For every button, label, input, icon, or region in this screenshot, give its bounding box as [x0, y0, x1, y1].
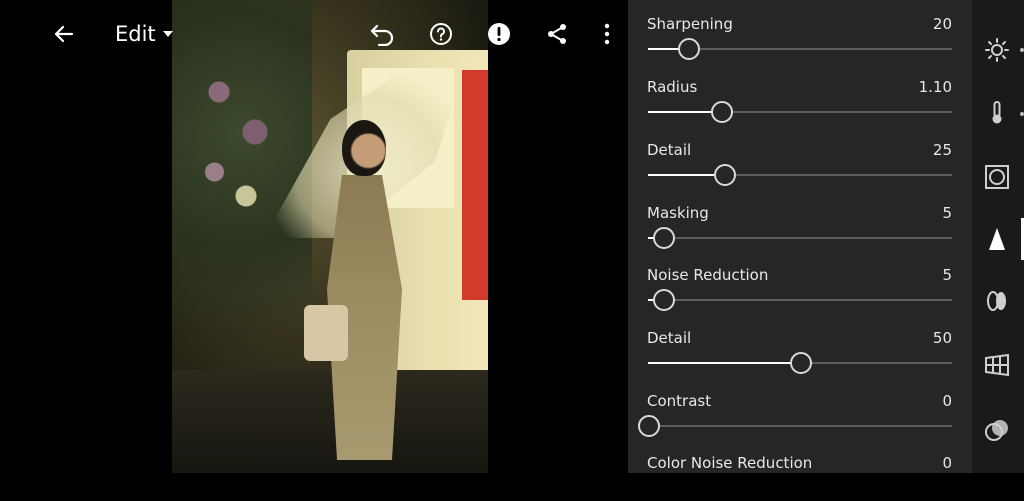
slider-thumb[interactable] [790, 352, 812, 374]
slider-sharpening[interactable]: Sharpening 20 [628, 0, 972, 62]
slider-value: 1.10 [918, 78, 952, 96]
slider-noise-detail[interactable]: Detail 50 [628, 314, 972, 376]
edit-tools-rail [972, 0, 1024, 473]
slider-label: Detail [647, 329, 692, 347]
slider-contrast[interactable]: Contrast 0 [628, 377, 972, 439]
geometry-icon[interactable] [984, 352, 1010, 378]
slider-track[interactable] [648, 38, 952, 60]
undo-icon [369, 22, 397, 46]
slider-thumb[interactable] [677, 38, 700, 60]
slider-label: Color Noise Reduction [647, 454, 813, 472]
slider-value: 0 [942, 454, 952, 472]
photo-hydrangeas [192, 60, 282, 220]
slider-thumb[interactable] [653, 289, 676, 311]
slider-value: 20 [932, 15, 952, 33]
photo-road [172, 370, 488, 473]
photo-brand-panel [462, 70, 488, 300]
slider-thumb[interactable] [653, 227, 676, 249]
slider-masking[interactable]: Masking 5 [628, 189, 972, 251]
slider-label: Detail [647, 141, 692, 159]
more-vertical-icon [603, 23, 611, 45]
photo-bag [304, 305, 348, 361]
slider-label: Masking [647, 204, 709, 222]
caret-down-icon [162, 28, 174, 40]
share-icon [546, 23, 568, 45]
slider-track[interactable] [648, 352, 952, 374]
help-button[interactable] [428, 20, 454, 48]
alert-icon [487, 22, 511, 46]
detail-panel: Sharpening 20 Radius 1.10 Detail 25 Mask… [628, 0, 972, 473]
slider-track[interactable] [648, 227, 952, 249]
slider-fill [648, 174, 724, 176]
alert-button[interactable] [486, 20, 512, 48]
slider-label: Noise Reduction [647, 266, 769, 284]
slider-thumb[interactable] [714, 164, 736, 186]
undo-button[interactable] [368, 20, 398, 48]
slider-label: Radius [647, 78, 698, 96]
photo-preview[interactable] [172, 0, 488, 473]
slider-track[interactable] [638, 415, 952, 437]
slider-track[interactable] [648, 164, 952, 186]
slider-noise-reduction[interactable]: Noise Reduction 5 [628, 251, 972, 313]
slider-thumb[interactable] [710, 101, 733, 123]
help-icon [429, 22, 453, 46]
slider-label: Sharpening [647, 15, 733, 33]
slider-value: 25 [932, 141, 952, 159]
slider-track[interactable] [648, 101, 952, 123]
edit-mode-label: Edit [115, 22, 156, 46]
light-icon[interactable] [984, 37, 1010, 63]
back-button[interactable] [50, 20, 78, 48]
slider-value: 5 [942, 266, 952, 284]
slider-label: Contrast [647, 392, 712, 410]
share-button[interactable] [545, 20, 569, 48]
color-icon[interactable] [984, 100, 1010, 126]
effects-icon[interactable] [984, 164, 1010, 190]
light-modified-dot [1020, 48, 1024, 52]
slider-color-noise-reduction[interactable]: Color Noise Reduction 0 [628, 439, 972, 501]
slider-fill [648, 362, 800, 364]
color-modified-dot [1020, 112, 1024, 116]
slider-value: 50 [932, 329, 952, 347]
detail-icon[interactable] [984, 226, 1010, 252]
edit-mode-dropdown[interactable]: Edit [115, 20, 185, 48]
photo-person-head [342, 120, 386, 176]
arrow-left-icon [52, 22, 76, 46]
more-options-button[interactable] [597, 20, 617, 48]
slider-radius[interactable]: Radius 1.10 [628, 63, 972, 125]
slider-detail[interactable]: Detail 25 [628, 126, 972, 188]
slider-value: 5 [942, 204, 952, 222]
optics-icon[interactable] [984, 288, 1010, 314]
slider-track[interactable] [648, 289, 952, 311]
slider-thumb[interactable] [638, 415, 660, 437]
slider-value: 0 [942, 392, 952, 410]
mixer-icon[interactable] [984, 417, 1010, 443]
